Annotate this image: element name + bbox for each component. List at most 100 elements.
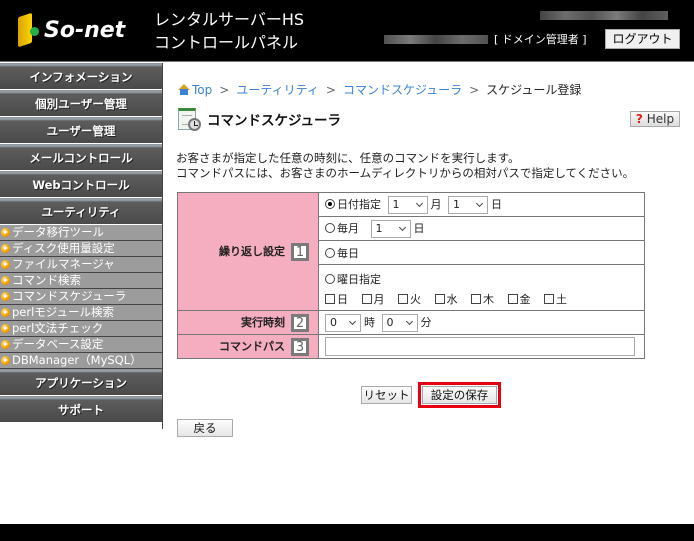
weekday-tue[interactable]: 火: [398, 291, 421, 307]
path-row: [318, 334, 645, 359]
time-label: 実行時刻: [241, 315, 285, 329]
weekday-wed-checkbox[interactable]: [434, 293, 445, 304]
date-day-unit: 日: [491, 197, 502, 211]
time-label-cell: 実行時刻 2: [177, 310, 319, 335]
monthly-day-unit: 日: [413, 221, 425, 235]
sidebar-item-support[interactable]: サポート: [0, 396, 162, 422]
weekday-label: 木: [483, 292, 494, 306]
weekday-thu-checkbox[interactable]: [471, 293, 481, 304]
arrow-bullet-icon: [1, 276, 10, 285]
user-role: [ ドメイン管理者 ]: [494, 33, 587, 46]
save-settings-button[interactable]: 設定の保存: [422, 386, 497, 404]
repeat-label-cell: 繰り返し設定 1: [177, 192, 319, 311]
app-title-line1: レンタルサーバーHS: [154, 10, 305, 29]
breadcrumb-command-scheduler[interactable]: コマンドスケジューラ: [343, 83, 462, 97]
logout-button[interactable]: ログアウト: [605, 29, 680, 49]
minute-select[interactable]: 0: [381, 313, 418, 332]
sidebar-nav: インフォメーション 個別ユーザー管理 ユーザー管理 メールコントロール Webコ…: [0, 63, 163, 429]
back-button[interactable]: 戻る: [177, 419, 233, 437]
sidebar-subitem-perl-syntax-check[interactable]: perl文法チェック: [0, 321, 162, 337]
date-day-select-value: 1: [453, 197, 460, 211]
time-row: 0時 0分: [318, 310, 645, 335]
weekday-option-radio[interactable]: [325, 273, 335, 284]
sidebar-item-individual-user[interactable]: 個別ユーザー管理: [0, 90, 162, 116]
user-name-redacted: [384, 35, 488, 44]
reset-button[interactable]: リセット: [361, 386, 412, 404]
chevron-down-icon: [415, 199, 423, 207]
sidebar-item-utility[interactable]: ユーティリティ: [0, 198, 162, 224]
month-unit: 月: [430, 197, 442, 211]
home-icon: [178, 84, 190, 95]
sidebar-item-application[interactable]: アプリケーション: [0, 369, 162, 395]
sidebar-subitem-label: コマンドスケジューラ: [12, 289, 127, 303]
weekday-sun-checkbox[interactable]: [325, 293, 335, 304]
step-badge-1: 1: [291, 242, 309, 261]
footer-bar: [0, 524, 694, 541]
breadcrumb-separator: >: [325, 83, 336, 97]
breadcrumb-current: スケジュール登録: [486, 83, 582, 97]
sidebar-subitem-label: DBManager（MySQL）: [12, 353, 142, 367]
sidebar-subitem-command-scheduler[interactable]: コマンドスケジューラ: [0, 289, 162, 305]
sidebar-subitem-label: perlモジュール検索: [12, 305, 114, 319]
command-path-input[interactable]: [325, 337, 635, 356]
logo-text: So-net: [44, 17, 126, 43]
weekday-option-label: 曜日指定: [337, 272, 381, 286]
date-day-select[interactable]: 1: [448, 195, 488, 214]
sidebar-subitem-perl-module-search[interactable]: perlモジュール検索: [0, 305, 162, 321]
sidebar-subitem-disk-usage[interactable]: ディスク使用量設定: [0, 241, 162, 257]
sidebar-item-web-control[interactable]: Webコントロール: [0, 171, 162, 197]
daily-option-radio[interactable]: [325, 247, 335, 258]
user-email-redacted: [540, 11, 668, 20]
arrow-bullet-icon: [1, 292, 10, 301]
weekday-mon[interactable]: 月: [361, 291, 385, 307]
sidebar-subitem-file-manager[interactable]: ファイルマネージャ: [0, 257, 162, 273]
breadcrumb-utility[interactable]: ユーティリティ: [236, 83, 319, 97]
weekday-label: 火: [410, 292, 421, 306]
weekday-sat[interactable]: 土: [544, 291, 567, 307]
sidebar-item-information[interactable]: インフォメーション: [0, 63, 162, 89]
minute-select-value: 0: [386, 315, 394, 329]
month-select[interactable]: 1: [387, 195, 428, 214]
hour-select[interactable]: 0: [325, 313, 361, 332]
weekday-sun[interactable]: 日: [325, 291, 348, 307]
weekday-sat-checkbox[interactable]: [544, 293, 554, 304]
month-select-value: 1: [392, 197, 400, 211]
sidebar-subitem-label: ディスク使用量設定: [12, 241, 115, 255]
weekday-label: 金: [519, 292, 531, 306]
help-button[interactable]: ? Help: [630, 111, 680, 127]
sidebar-item-user-management[interactable]: ユーザー管理: [0, 117, 162, 143]
app-title: レンタルサーバーHS コントロールパネル: [154, 8, 304, 54]
weekday-tue-checkbox[interactable]: [398, 293, 408, 304]
sidebar-subitem-dbmanager[interactable]: DBManager（MySQL）: [0, 353, 162, 369]
monthly-option-radio[interactable]: [325, 222, 335, 233]
sidebar-subitem-database-settings[interactable]: データベース設定: [0, 337, 162, 353]
save-button-highlight: 設定の保存: [418, 382, 501, 408]
weekday-option-row: 曜日指定 日 月 火 水 木 金 土: [318, 264, 645, 311]
weekday-mon-checkbox[interactable]: [361, 293, 372, 304]
description-line1: お客さまが指定した任意の時刻に、任意のコマンドを実行します。: [176, 151, 520, 165]
weekday-thu[interactable]: 木: [471, 291, 494, 307]
repeat-label: 繰り返し設定: [219, 244, 285, 258]
breadcrumb-top[interactable]: Top: [192, 83, 212, 97]
weekday-label: 水: [446, 292, 458, 306]
monthly-option-row: 毎月 1 日: [318, 216, 645, 241]
breadcrumb: Top > ユーティリティ > コマンドスケジューラ > スケジュール登録: [178, 81, 581, 98]
minute-unit: 分: [420, 315, 432, 329]
arrow-bullet-icon: [1, 340, 10, 349]
arrow-bullet-icon: [1, 324, 10, 333]
sidebar-subitem-command-search[interactable]: コマンド検索: [0, 273, 162, 289]
sidebar-subitem-label: コマンド検索: [12, 273, 81, 287]
sidebar-subitem-data-migration[interactable]: データ移行ツール: [0, 225, 162, 241]
breadcrumb-separator: >: [469, 83, 480, 97]
date-option-radio[interactable]: [325, 198, 335, 209]
weekday-label: 日: [337, 292, 348, 306]
help-label: Help: [646, 112, 675, 126]
weekday-wed[interactable]: 水: [434, 291, 458, 307]
weekday-fri[interactable]: 金: [507, 291, 531, 307]
monthly-day-select[interactable]: 1: [370, 219, 411, 238]
daily-option-row: 毎日: [318, 240, 645, 265]
weekday-fri-checkbox[interactable]: [507, 293, 518, 304]
question-icon: ?: [635, 112, 643, 126]
sidebar-item-mail-control[interactable]: メールコントロール: [0, 144, 162, 170]
page-title: コマンドスケジューラ: [177, 106, 341, 132]
